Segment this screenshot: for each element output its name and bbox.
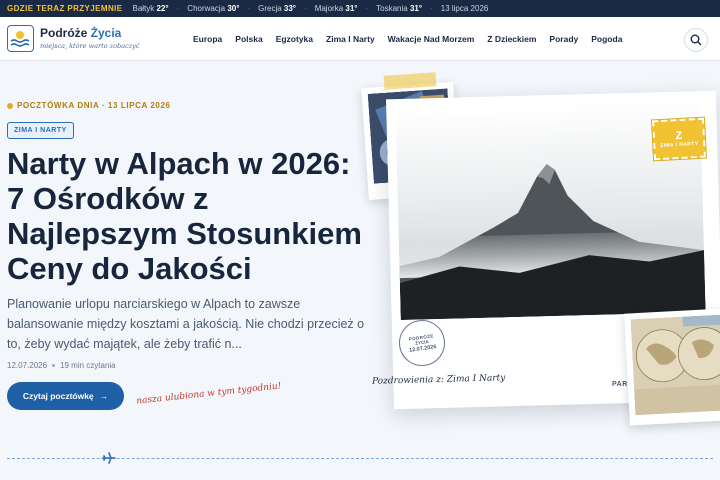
read-postcard-button[interactable]: Czytaj pocztówkę → bbox=[7, 382, 124, 410]
nav-item-z-dzieckiem[interactable]: Z Dzieckiem bbox=[487, 34, 536, 44]
logo-tagline: miejsca, które warto zobaczyć bbox=[40, 42, 140, 50]
sun-dot-icon bbox=[7, 102, 13, 109]
site-header: Podróże Życia miejsca, które warto zobac… bbox=[0, 17, 720, 61]
logo-icon[interactable] bbox=[7, 25, 34, 52]
article-lede: Planowanie urlopu narciarskiego w Alpach… bbox=[7, 297, 365, 351]
postcard-side-label: PAR bbox=[612, 381, 628, 388]
arrow-right-icon: → bbox=[99, 391, 109, 401]
separator: · bbox=[365, 4, 369, 13]
article-headline[interactable]: Narty w Alpach w 2026: 7 Ośrodków z Najl… bbox=[7, 146, 367, 286]
weather-item[interactable]: Toskania 31° bbox=[376, 4, 422, 13]
logo-title[interactable]: Podróże Życia bbox=[40, 26, 121, 40]
weather-item[interactable]: Majorka 31° bbox=[315, 4, 358, 13]
separator: · bbox=[304, 4, 307, 13]
weather-bar-title: GDZIE TERAZ PRZYJEMNIE bbox=[7, 4, 123, 13]
nav-item-pogoda[interactable]: Pogoda bbox=[591, 34, 622, 44]
airplane-icon bbox=[102, 452, 116, 464]
vintage-map-photo bbox=[630, 314, 720, 416]
article-date: 12.07.2026 bbox=[7, 361, 48, 370]
search-button[interactable] bbox=[684, 28, 708, 52]
separator bbox=[52, 364, 56, 368]
nav-item-zima-i-narty[interactable]: Zima I Narty bbox=[326, 34, 375, 44]
separator: · bbox=[176, 4, 180, 13]
article-meta: 12.07.2026 19 min czytania bbox=[7, 361, 116, 370]
map-image bbox=[630, 314, 720, 416]
weather-item[interactable]: Grecja 33° bbox=[258, 4, 296, 13]
topbar-date: 13 lipca 2026 bbox=[440, 4, 489, 13]
search-icon bbox=[690, 34, 702, 46]
nav-item-egzotyka[interactable]: Egzotyka bbox=[276, 34, 313, 44]
kicker: POCZTÓWKA DNIA · 13 LIPCA 2026 bbox=[7, 101, 171, 110]
nav-item-porady[interactable]: Porady bbox=[549, 34, 578, 44]
separator: · bbox=[430, 4, 433, 13]
weather-item[interactable]: Chorwacja 30° bbox=[187, 4, 239, 13]
postage-stamp: Z ZIMA I NARTY bbox=[650, 116, 708, 162]
favorite-note: nasza ulubiona w tym tygodniu! bbox=[135, 381, 282, 407]
nav-item-europa[interactable]: Europa bbox=[193, 34, 222, 44]
category-tag[interactable]: ZIMA I NARTY bbox=[7, 122, 74, 139]
nav-item-polska[interactable]: Polska bbox=[235, 34, 262, 44]
main-nav: Europa Polska Egzotyka Zima I Narty Waka… bbox=[193, 17, 622, 61]
weather-bar: GDZIE TERAZ PRZYJEMNIE Bałtyk 22° · Chor… bbox=[0, 0, 720, 17]
map-photo bbox=[624, 308, 720, 426]
nav-item-wakacje-nad-morzem[interactable]: Wakacje Nad Morzem bbox=[388, 34, 475, 44]
weather-item[interactable]: Bałtyk 22° bbox=[132, 4, 168, 13]
sun-waves-icon bbox=[10, 31, 30, 47]
read-time: 19 min czytania bbox=[60, 361, 116, 370]
separator: · bbox=[247, 4, 251, 13]
